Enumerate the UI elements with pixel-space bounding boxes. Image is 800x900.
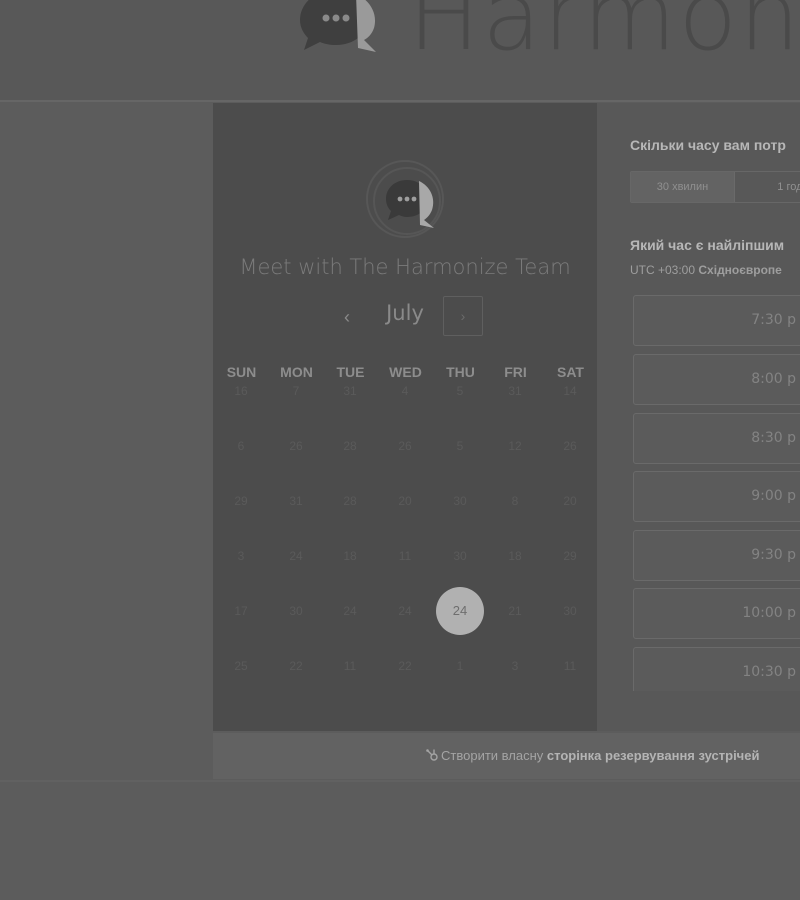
duration-question: Скільки часу вам потр — [630, 137, 786, 153]
header-divider — [0, 100, 800, 102]
weekday-header: SUN MON TUE WED THU FRI SAT — [213, 364, 597, 382]
booking-panel: Скільки часу вам потр 30 хвилин 1 годи Я… — [597, 103, 800, 731]
calendar-day[interactable]: 21 — [490, 601, 540, 621]
weekday-label: TUE — [336, 364, 365, 380]
calendar-day[interactable]: 1 — [435, 656, 485, 676]
month-label: July — [386, 301, 424, 325]
calendar-day[interactable]: 16 — [216, 381, 266, 401]
calendar-day[interactable]: 26 — [271, 436, 321, 456]
calendar-day[interactable]: 5 — [435, 381, 485, 401]
calendar-day[interactable]: 3 — [216, 546, 266, 566]
timezone-name: Східноєвропе — [698, 263, 782, 277]
next-month-button[interactable]: › — [443, 296, 483, 336]
calendar-day[interactable]: 31 — [490, 381, 540, 401]
calendar-day[interactable]: 3 — [490, 656, 540, 676]
calendar-day[interactable]: 20 — [380, 491, 430, 511]
time-slot-list: 7:30 р 8:00 р 8:30 р 9:00 р 9:30 р 10:00… — [633, 295, 800, 691]
time-slot-label: 9:30 р — [751, 547, 796, 563]
time-slot[interactable]: 8:00 р — [633, 354, 800, 405]
footer-text-prefix: Створити власну — [441, 748, 544, 763]
chat-bubble-logo-icon — [373, 167, 441, 235]
avatar — [366, 160, 444, 238]
calendar-day[interactable]: 18 — [325, 546, 375, 566]
calendar-grid: 16 7 31 4 5 31 14 6 26 28 26 5 12 26 29 31 28 20 30 8 20 3 24 1… — [213, 381, 597, 721]
brand-logo-icon — [300, 0, 376, 52]
calendar-day[interactable]: 29 — [216, 491, 266, 511]
footer-divider — [0, 780, 800, 782]
calendar-day[interactable]: 24 — [325, 601, 375, 621]
duration-selector: 30 хвилин 1 годи — [630, 171, 800, 203]
calendar-day[interactable]: 30 — [435, 546, 485, 566]
calendar-day[interactable]: 4 — [380, 381, 430, 401]
meeting-title: Meet with The Harmonize Team — [239, 255, 571, 279]
footer-text-bold: сторінка резервування зустрічей — [546, 748, 760, 763]
calendar-day[interactable]: 7 — [271, 381, 321, 401]
calendar-day[interactable]: 11 — [380, 546, 430, 566]
time-slot[interactable]: 10:00 р — [633, 588, 800, 639]
time-slot[interactable]: 7:30 р — [633, 295, 800, 346]
time-slot[interactable]: 8:30 р — [633, 413, 800, 464]
calendar-day[interactable]: 24 — [271, 546, 321, 566]
calendar-day[interactable]: 25 — [216, 656, 266, 676]
weekday-label: FRI — [504, 364, 527, 380]
calendar-day[interactable]: 31 — [325, 381, 375, 401]
calendar-day-selected[interactable]: 24 — [436, 587, 484, 635]
calendar-day[interactable]: 26 — [545, 436, 595, 456]
time-slot-label: 8:00 р — [751, 371, 796, 387]
calendar-day[interactable]: 30 — [545, 601, 595, 621]
weekday-label: SAT — [557, 364, 584, 380]
create-booking-page-link[interactable]: Створити власну сторінка резервування зу… — [425, 748, 759, 763]
time-slot-label: 10:00 р — [742, 605, 796, 621]
time-slot[interactable]: 10:30 р — [633, 647, 800, 691]
calendar-day[interactable]: 30 — [271, 601, 321, 621]
calendar-day[interactable]: 14 — [545, 381, 595, 401]
duration-option-30min[interactable]: 30 хвилин — [631, 172, 735, 202]
calendar-day[interactable]: 12 — [490, 436, 540, 456]
weekday-label: SUN — [226, 364, 257, 380]
calendar-day[interactable]: 28 — [325, 491, 375, 511]
weekday-label: WED — [389, 364, 422, 380]
time-slot-label: 10:30 р — [742, 664, 796, 680]
calendar-day[interactable]: 30 — [435, 491, 485, 511]
calendar-panel: Meet with The Harmonize Team ‹ July › SU… — [213, 103, 597, 731]
calendar-day[interactable]: 24 — [380, 601, 430, 621]
footer: Створити власну сторінка резервування зу… — [213, 733, 800, 779]
calendar-day[interactable]: 5 — [435, 436, 485, 456]
prev-month-button[interactable]: ‹ — [333, 300, 361, 334]
time-slot[interactable]: 9:30 р — [633, 530, 800, 581]
calendar-day[interactable]: 22 — [380, 656, 430, 676]
calendar-day[interactable]: 17 — [216, 601, 266, 621]
calendar-day[interactable]: 8 — [490, 491, 540, 511]
time-slot[interactable]: 9:00 р — [633, 471, 800, 522]
calendar-day[interactable]: 6 — [216, 436, 266, 456]
time-slot-label: 7:30 р — [751, 312, 796, 328]
calendar-day[interactable]: 22 — [271, 656, 321, 676]
timezone-label[interactable]: UTC +03:00 Східноєвропе — [630, 263, 782, 277]
weekday-label: MON — [280, 364, 313, 380]
duration-option-1hour[interactable]: 1 годи — [735, 172, 800, 202]
calendar-day[interactable]: 18 — [490, 546, 540, 566]
brand-name: Harmoniz — [408, 0, 800, 72]
calendar-day[interactable]: 28 — [325, 436, 375, 456]
calendar-day[interactable]: 11 — [325, 656, 375, 676]
calendar-day[interactable]: 26 — [380, 436, 430, 456]
time-slot-label: 9:00 р — [751, 488, 796, 504]
calendar-day[interactable]: 20 — [545, 491, 595, 511]
sprocket-icon — [426, 749, 438, 761]
calendar-day[interactable]: 29 — [545, 546, 595, 566]
calendar-day[interactable]: 11 — [545, 656, 595, 676]
time-question: Який час є найліпшим — [630, 237, 785, 253]
timezone-offset: UTC +03:00 — [630, 263, 696, 277]
weekday-label: THU — [446, 364, 475, 380]
time-slot-label: 8:30 р — [751, 430, 796, 446]
header: Harmoniz — [0, 0, 800, 100]
calendar-day[interactable]: 31 — [271, 491, 321, 511]
